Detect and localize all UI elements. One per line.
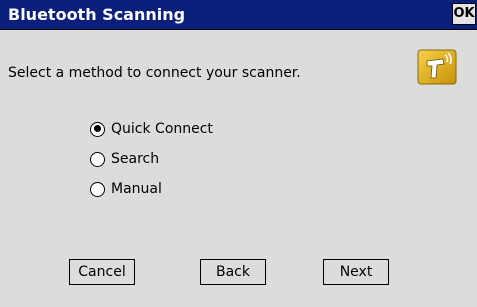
quick-connect-option[interactable]: Quick Connect <box>90 118 213 140</box>
radio-search[interactable] <box>90 151 105 167</box>
radio-quick-connect[interactable] <box>90 121 105 137</box>
radio-label-quick-connect: Quick Connect <box>111 121 213 137</box>
back-button[interactable]: Back <box>200 259 266 285</box>
search-option[interactable]: Search <box>90 148 159 170</box>
instruction-text: Select a method to connect your scanner. <box>8 65 301 81</box>
radio-manual[interactable] <box>90 181 105 197</box>
radio-label-manual: Manual <box>111 181 162 197</box>
window-title: Bluetooth Scanning <box>8 5 186 24</box>
radio-label-search: Search <box>111 151 160 167</box>
title-bar: Bluetooth Scanning OK <box>0 0 477 30</box>
bluetooth-scanner-icon <box>417 49 457 85</box>
bluetooth-scanning-window: Bluetooth Scanning OK Select a method to… <box>0 0 477 307</box>
ok-button[interactable]: OK <box>452 3 476 25</box>
cancel-button[interactable]: Cancel <box>69 259 135 285</box>
manual-option[interactable]: Manual <box>90 178 162 200</box>
next-button[interactable]: Next <box>323 259 389 285</box>
